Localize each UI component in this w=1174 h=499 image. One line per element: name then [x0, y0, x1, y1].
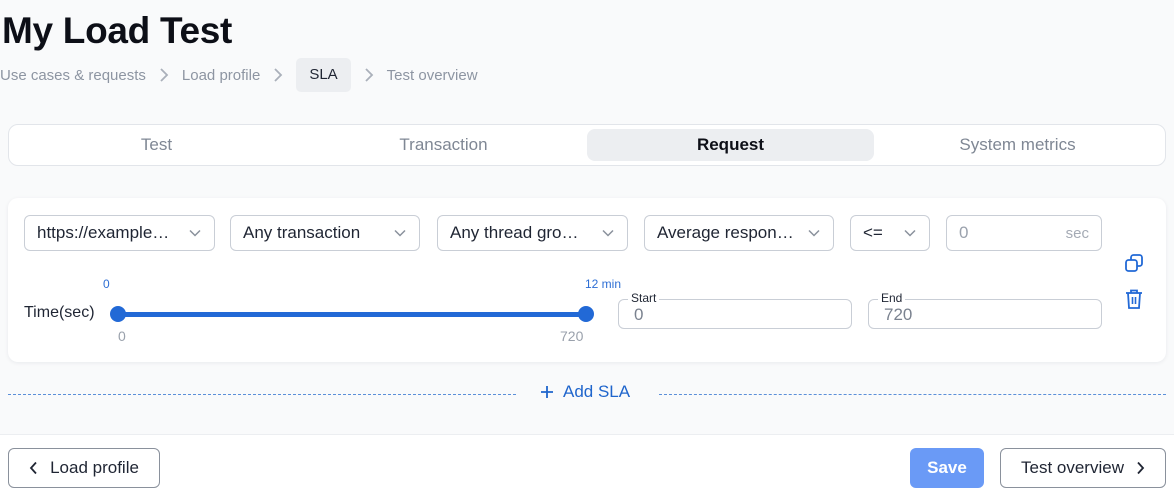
slider-start-handle[interactable]	[110, 306, 126, 322]
metric-select[interactable]: Average respon…	[644, 215, 834, 251]
end-field[interactable]: End 720	[868, 291, 1102, 329]
save-button-label: Save	[927, 458, 967, 477]
slider-top-left-label: 0	[103, 277, 110, 291]
operator-select-value: <=	[863, 223, 883, 242]
slider-max-label: 720	[560, 328, 584, 344]
url-select[interactable]: https://example…	[24, 215, 215, 251]
divider-right	[659, 394, 1166, 395]
chevron-right-icon	[146, 67, 182, 83]
threshold-unit: sec	[1065, 224, 1089, 242]
copy-icon[interactable]	[1123, 252, 1145, 274]
trash-icon[interactable]	[1123, 288, 1145, 310]
save-button[interactable]: Save	[910, 448, 984, 488]
divider-left	[8, 394, 516, 395]
thread-group-select-value: Any thread gro…	[450, 223, 579, 242]
chevron-down-icon	[807, 229, 821, 237]
time-range-label: Time(sec)	[24, 304, 95, 321]
threshold-input[interactable]: 0 sec	[946, 215, 1102, 251]
tab-test[interactable]: Test	[13, 129, 300, 161]
chevron-left-icon	[29, 461, 37, 475]
chevron-down-icon	[903, 229, 917, 237]
back-button-label: Load profile	[50, 458, 139, 477]
breadcrumb-item-use-cases[interactable]: Use cases & requests	[0, 67, 146, 84]
next-button-label: Test overview	[1021, 458, 1124, 477]
chevron-right-icon	[260, 67, 296, 83]
transaction-select-value: Any transaction	[243, 223, 361, 242]
chevron-down-icon	[188, 229, 202, 237]
add-sla-button[interactable]: Add SLA	[540, 382, 630, 402]
chevron-right-icon	[351, 67, 387, 83]
metric-select-value: Average respon…	[657, 223, 794, 242]
chevron-down-icon	[601, 229, 615, 237]
tab-transaction[interactable]: Transaction	[300, 129, 587, 161]
tab-system-metrics[interactable]: System metrics	[874, 129, 1161, 161]
footer: Load profile Save Test overview	[0, 434, 1174, 499]
chevron-down-icon	[393, 229, 407, 237]
add-sla-row: Add SLA	[0, 378, 1174, 410]
transaction-select[interactable]: Any transaction	[230, 215, 420, 251]
breadcrumb-item-sla[interactable]: SLA	[296, 58, 351, 92]
page-title: My Load Test	[2, 10, 233, 51]
end-field-value: 720	[884, 305, 913, 324]
threshold-value: 0	[959, 223, 969, 242]
breadcrumb-item-load-profile[interactable]: Load profile	[182, 67, 260, 84]
start-field-value: 0	[634, 305, 644, 324]
plus-icon	[541, 386, 553, 398]
slider-end-handle[interactable]	[578, 306, 594, 322]
start-field-label: Start	[628, 291, 660, 305]
page: My Load Test Use cases & requests Load p…	[0, 0, 1174, 499]
start-field[interactable]: Start 0	[618, 291, 852, 329]
breadcrumb-item-test-overview[interactable]: Test overview	[387, 67, 478, 84]
url-select-value: https://example…	[37, 223, 170, 242]
time-range-slider-track[interactable]	[118, 312, 586, 317]
chevron-right-icon	[1137, 461, 1145, 475]
end-field-label: End	[878, 291, 906, 305]
next-test-overview-button[interactable]: Test overview	[1000, 448, 1166, 488]
slider-top-right-label: 12 min	[585, 277, 622, 291]
sla-type-tabs: Test Transaction Request System metrics	[8, 124, 1166, 166]
tab-request[interactable]: Request	[587, 129, 874, 161]
breadcrumb: Use cases & requests Load profile SLA Te…	[0, 58, 478, 92]
add-sla-label: Add SLA	[563, 382, 631, 401]
sla-card: https://example… Any transaction Any thr…	[8, 198, 1166, 362]
slider-min-label: 0	[118, 328, 126, 344]
back-load-profile-button[interactable]: Load profile	[8, 448, 160, 488]
operator-select[interactable]: <=	[850, 215, 930, 251]
thread-group-select[interactable]: Any thread gro…	[437, 215, 628, 251]
